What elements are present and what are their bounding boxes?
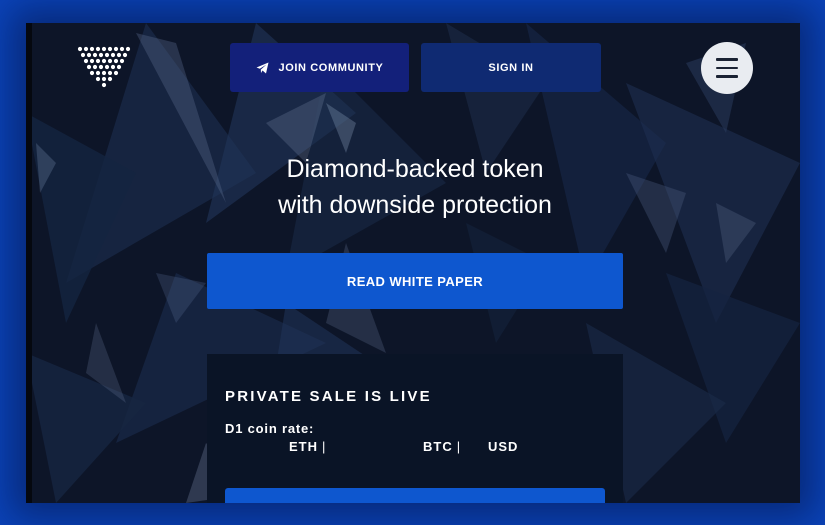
eth-rate: ETH | — [289, 439, 326, 454]
private-sale-panel: PRIVATE SALE IS LIVE D1 coin rate: ETH | … — [207, 354, 623, 503]
coin-rate-label: D1 coin rate: — [225, 421, 315, 436]
hero-section: JOIN COMMUNITY SIGN IN Diamond-backed to… — [26, 23, 800, 503]
btc-label: BTC — [423, 439, 453, 454]
logo[interactable] — [76, 45, 132, 96]
join-community-button[interactable]: JOIN COMMUNITY — [230, 43, 409, 92]
telegram-icon — [256, 62, 269, 73]
sign-in-button[interactable]: SIGN IN — [421, 43, 601, 92]
eth-label: ETH — [289, 439, 318, 454]
hero-headline: Diamond-backed token with downside prote… — [176, 151, 654, 223]
hamburger-menu-icon-line-bottom — [716, 75, 738, 78]
hamburger-menu-button[interactable] — [701, 42, 753, 94]
private-sale-title: PRIVATE SALE IS LIVE — [225, 388, 432, 405]
frame-edge — [26, 23, 32, 503]
btc-rate: BTC | — [423, 439, 461, 454]
read-white-paper-label: READ WHITE PAPER — [346, 273, 484, 289]
btc-separator: | — [456, 439, 462, 454]
join-community-label: JOIN COMMUNITY — [278, 61, 384, 74]
diamond-dots-logo-icon — [77, 46, 131, 88]
sign-in-label: SIGN IN — [488, 61, 534, 74]
usd-label: USD — [488, 439, 519, 454]
usd-rate: USD — [488, 439, 518, 454]
headline-line-2: with downside protection — [278, 191, 552, 219]
headline-line-1: Diamond-backed token — [286, 155, 544, 183]
hamburger-menu-icon-line-middle — [716, 66, 738, 70]
buy-button[interactable] — [225, 488, 605, 503]
read-white-paper-button[interactable]: READ WHITE PAPER — [207, 253, 623, 309]
eth-separator: | — [322, 439, 327, 454]
hamburger-menu-icon-line-top — [716, 58, 738, 61]
